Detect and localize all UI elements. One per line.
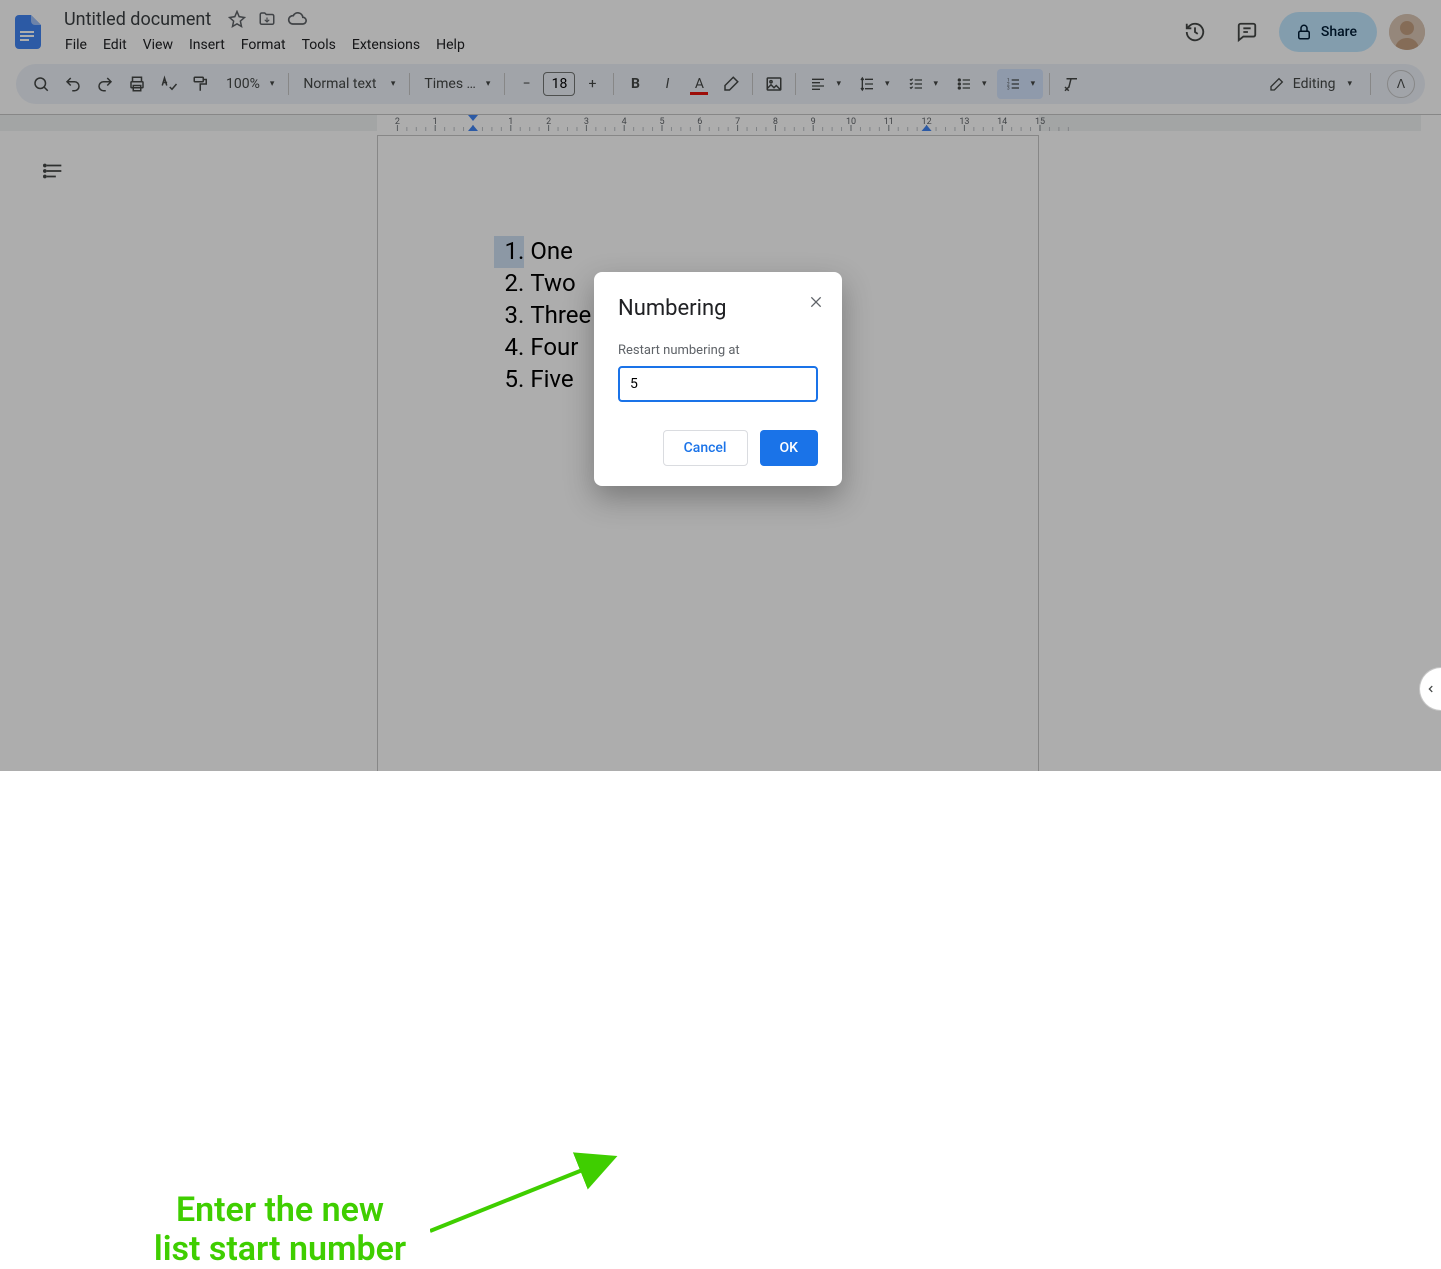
pencil-icon [1269,76,1285,92]
search-menus-icon[interactable] [26,69,56,99]
menu-file[interactable]: File [58,33,94,57]
font-size-increase[interactable]: + [577,69,607,99]
annotation-arrow-icon [430,1151,630,1251]
toolbar: 100% Normal text Times … − 18 + B I A 12… [16,64,1425,104]
svg-text:8: 8 [773,117,778,127]
svg-text:1: 1 [508,117,513,127]
separator [1370,73,1371,95]
svg-text:11: 11 [884,117,894,127]
list-item: 2.Two [494,268,591,300]
star-icon[interactable] [227,9,247,29]
account-avatar[interactable] [1389,14,1425,50]
outline-toggle-icon[interactable] [40,157,68,185]
history-icon[interactable] [1175,12,1215,52]
line-spacing-dropdown[interactable] [851,69,898,99]
svg-text:5: 5 [659,117,664,127]
paragraph-style-dropdown[interactable]: Normal text [295,69,403,99]
document-title-input[interactable]: Untitled document [58,7,217,32]
menu-extensions[interactable]: Extensions [345,33,427,57]
comments-icon[interactable] [1227,12,1267,52]
svg-text:6: 6 [697,117,702,127]
menu-insert[interactable]: Insert [182,33,232,57]
numbering-dialog: Numbering Restart numbering at Cancel OK [594,272,842,486]
list-item: 4.Four [494,332,591,364]
list-item: 5.Five [494,364,591,396]
menu-format[interactable]: Format [234,33,293,57]
separator [409,73,410,95]
svg-text:7: 7 [735,117,740,127]
share-label: Share [1321,24,1357,40]
highlight-button[interactable] [716,69,746,99]
close-icon[interactable] [804,290,828,314]
bold-button[interactable]: B [620,69,650,99]
menubar: File Edit View Insert Format Tools Exten… [58,33,472,57]
vertical-ruler[interactable] [0,131,16,771]
svg-text:3: 3 [1007,85,1010,91]
svg-text:4: 4 [622,117,627,127]
text-color-button[interactable]: A [684,69,714,99]
collapse-toolbar-icon[interactable]: ᐱ [1387,70,1415,98]
spellcheck-icon[interactable] [154,69,184,99]
svg-text:1: 1 [433,117,438,127]
title-area: Untitled document File Edit View Insert … [58,7,472,57]
move-icon[interactable] [257,9,277,29]
font-dropdown[interactable]: Times … [416,69,498,99]
font-size-input[interactable]: 18 [543,72,575,96]
dialog-title: Numbering [618,296,818,321]
bulleted-list-dropdown[interactable] [948,69,995,99]
numbered-list-dropdown[interactable]: 123 [997,69,1044,99]
separator [795,73,796,95]
menu-view[interactable]: View [136,33,180,57]
menu-tools[interactable]: Tools [295,33,343,57]
separator [752,73,753,95]
list-item: 1.One [494,236,591,268]
separator [504,73,505,95]
separator [288,73,289,95]
menu-edit[interactable]: Edit [96,33,134,57]
annotation-line2: list start number [110,1230,450,1269]
share-button[interactable]: Share [1279,12,1377,52]
svg-text:15: 15 [1035,117,1045,127]
svg-text:2: 2 [546,117,551,127]
clear-formatting-icon[interactable] [1056,69,1086,99]
undo-icon[interactable] [58,69,88,99]
annotation-line1: Enter the new [110,1191,450,1230]
dialog-field-label: Restart numbering at [618,343,818,358]
paint-format-icon[interactable] [186,69,216,99]
page-content: 1.One2.Two3.Three4.Four5.Five [494,236,591,396]
svg-text:10: 10 [846,117,856,127]
header-actions: Share [1175,12,1425,52]
font-size-decrease[interactable]: − [511,69,541,99]
cloud-status-icon[interactable] [287,9,307,29]
mode-dropdown[interactable]: Editing [1259,68,1362,100]
svg-text:3: 3 [584,117,589,127]
svg-text:13: 13 [959,117,969,127]
ok-button[interactable]: OK [760,430,819,466]
lock-icon [1295,23,1313,41]
zoom-dropdown[interactable]: 100% [218,69,282,99]
redo-icon[interactable] [90,69,120,99]
print-icon[interactable] [122,69,152,99]
horizontal-ruler[interactable]: 21123456789101112131415 [0,115,1421,131]
separator [613,73,614,95]
menu-help[interactable]: Help [429,33,472,57]
cancel-button[interactable]: Cancel [663,430,748,466]
restart-number-input[interactable] [618,366,818,402]
docs-logo[interactable] [8,12,48,52]
app-header: Untitled document File Edit View Insert … [0,0,1441,64]
insert-image-icon[interactable] [759,69,789,99]
align-dropdown[interactable] [802,69,849,99]
svg-text:2: 2 [395,117,400,127]
list-item: 3.Three [494,300,591,332]
separator [1049,73,1050,95]
italic-button[interactable]: I [652,69,682,99]
svg-text:9: 9 [811,117,816,127]
svg-text:14: 14 [997,117,1007,127]
checklist-dropdown[interactable] [900,69,947,99]
